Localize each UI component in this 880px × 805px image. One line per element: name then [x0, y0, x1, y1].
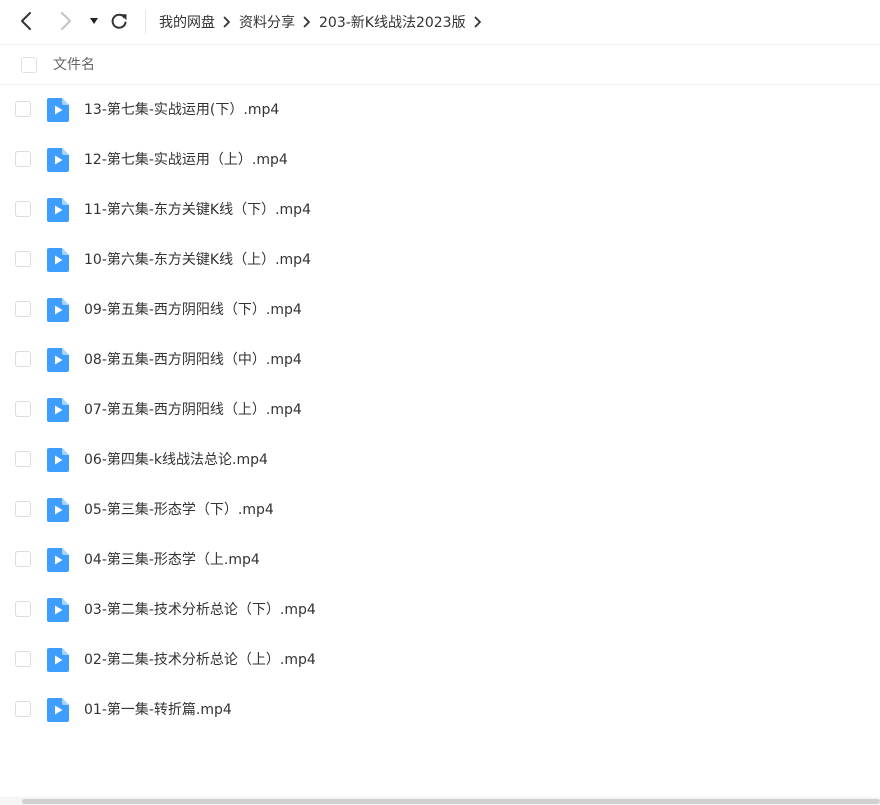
file-checkbox[interactable]	[15, 651, 31, 667]
file-checkbox[interactable]	[15, 251, 31, 267]
breadcrumb-separator-icon	[295, 12, 319, 32]
file-checkbox[interactable]	[15, 201, 31, 217]
file-row[interactable]: 06-第四集-k线战法总论.mp4	[0, 435, 880, 485]
file-row[interactable]: 04-第三集-形态学（上.mp4	[0, 535, 880, 585]
breadcrumb-item-current-folder[interactable]: 203-新K线战法2023版	[319, 12, 466, 32]
file-row[interactable]: 03-第二集-技术分析总论（下）.mp4	[0, 585, 880, 635]
file-row[interactable]: 13-第七集-实战运用(下）.mp4	[0, 85, 880, 135]
refresh-icon	[111, 13, 127, 29]
refresh-button[interactable]	[108, 10, 130, 32]
file-name[interactable]: 12-第七集-实战运用（上）.mp4	[84, 135, 288, 185]
file-name[interactable]: 06-第四集-k线战法总论.mp4	[84, 435, 268, 485]
video-file-icon	[47, 498, 69, 522]
video-file-icon	[47, 98, 69, 122]
file-checkbox[interactable]	[15, 701, 31, 717]
file-name[interactable]: 01-第一集-转折篇.mp4	[84, 685, 232, 735]
file-checkbox[interactable]	[15, 401, 31, 417]
video-file-icon	[47, 148, 69, 172]
video-file-icon	[47, 698, 69, 722]
file-row[interactable]: 01-第一集-转折篇.mp4	[0, 685, 880, 735]
file-list-header: 文件名	[0, 45, 880, 85]
file-name[interactable]: 09-第五集-西方阴阳线（下）.mp4	[84, 285, 302, 335]
file-checkbox[interactable]	[15, 151, 31, 167]
forward-button[interactable]	[55, 10, 77, 32]
file-checkbox[interactable]	[15, 551, 31, 567]
file-row[interactable]: 02-第二集-技术分析总论（上）.mp4	[0, 635, 880, 685]
file-checkbox[interactable]	[15, 601, 31, 617]
file-row[interactable]: 12-第七集-实战运用（上）.mp4	[0, 135, 880, 185]
history-dropdown-button[interactable]	[83, 10, 105, 32]
file-row[interactable]: 07-第五集-西方阴阳线（上）.mp4	[0, 385, 880, 435]
file-list: 13-第七集-实战运用(下）.mp4 12-第七集-实战运用（上）.mp4 11-第…	[0, 85, 880, 735]
video-file-icon	[47, 348, 69, 372]
file-row[interactable]: 10-第六集-东方关键K线（上）.mp4	[0, 235, 880, 285]
video-file-icon	[47, 398, 69, 422]
file-checkbox[interactable]	[15, 301, 31, 317]
file-checkbox[interactable]	[15, 501, 31, 517]
toolbar: 我的网盘 资料分享 203-新K线战法2023版	[0, 0, 880, 45]
video-file-icon	[47, 248, 69, 272]
scrollbar-thumb[interactable]	[22, 799, 880, 804]
chevron-left-icon	[21, 12, 31, 30]
file-name[interactable]: 07-第五集-西方阴阳线（上）.mp4	[84, 385, 302, 435]
video-file-icon	[47, 648, 69, 672]
toolbar-divider	[145, 10, 146, 34]
file-name[interactable]: 05-第三集-形态学（下）.mp4	[84, 485, 274, 535]
file-row[interactable]: 09-第五集-西方阴阳线（下）.mp4	[0, 285, 880, 335]
video-file-icon	[47, 548, 69, 572]
file-checkbox[interactable]	[15, 101, 31, 117]
file-name[interactable]: 04-第三集-形态学（上.mp4	[84, 535, 260, 585]
file-row[interactable]: 05-第三集-形态学（下）.mp4	[0, 485, 880, 535]
select-all-checkbox[interactable]	[21, 57, 37, 73]
video-file-icon	[47, 298, 69, 322]
file-name[interactable]: 08-第五集-西方阴阳线（中）.mp4	[84, 335, 302, 385]
video-file-icon	[47, 448, 69, 472]
column-header-filename[interactable]: 文件名	[53, 45, 95, 85]
file-name[interactable]: 02-第二集-技术分析总论（上）.mp4	[84, 635, 316, 685]
breadcrumb-separator-icon	[215, 12, 239, 32]
file-checkbox[interactable]	[15, 351, 31, 367]
file-row[interactable]: 11-第六集-东方关键K线（下）.mp4	[0, 185, 880, 235]
file-name[interactable]: 03-第二集-技术分析总论（下）.mp4	[84, 585, 316, 635]
breadcrumb: 我的网盘 资料分享 203-新K线战法2023版	[159, 0, 490, 44]
video-file-icon	[47, 598, 69, 622]
file-name[interactable]: 10-第六集-东方关键K线（上）.mp4	[84, 235, 311, 285]
back-button[interactable]	[15, 10, 37, 32]
file-checkbox[interactable]	[15, 451, 31, 467]
chevron-right-icon	[61, 12, 71, 30]
video-file-icon	[47, 198, 69, 222]
file-name[interactable]: 11-第六集-东方关键K线（下）.mp4	[84, 185, 311, 235]
horizontal-scrollbar[interactable]	[0, 797, 880, 805]
caret-down-icon	[90, 18, 98, 24]
breadcrumb-item-my-drive[interactable]: 我的网盘	[159, 12, 215, 32]
breadcrumb-expand-icon[interactable]	[466, 12, 490, 32]
breadcrumb-item-shared-materials[interactable]: 资料分享	[239, 12, 295, 32]
file-name[interactable]: 13-第七集-实战运用(下）.mp4	[84, 85, 279, 135]
file-row[interactable]: 08-第五集-西方阴阳线（中）.mp4	[0, 335, 880, 385]
